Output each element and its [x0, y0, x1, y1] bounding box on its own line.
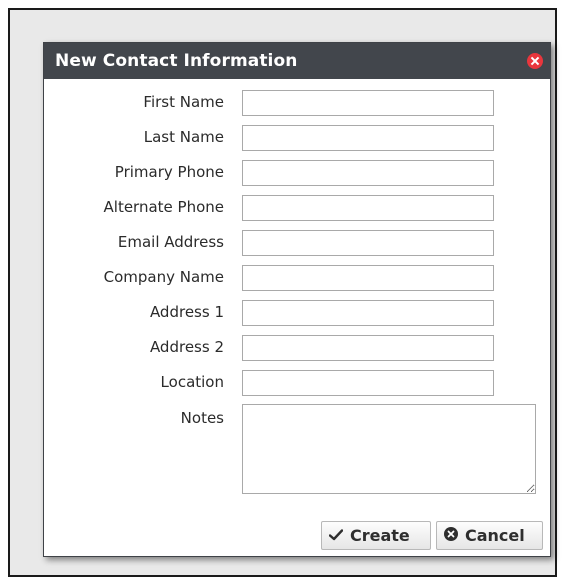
- checkmark-icon: [328, 526, 344, 545]
- primary-phone-label: Primary Phone: [114, 163, 224, 181]
- location-field[interactable]: [242, 370, 494, 396]
- company-name-label: Company Name: [103, 268, 224, 286]
- field-row-location: Location: [44, 370, 550, 396]
- cancel-button-label: Cancel: [465, 526, 525, 545]
- email-address-label: Email Address: [117, 233, 224, 251]
- field-row-company-name: Company Name: [44, 265, 550, 291]
- alternate-phone-field[interactable]: [242, 195, 494, 221]
- dialog-title: New Contact Information: [55, 51, 298, 71]
- cancel-button[interactable]: Cancel: [436, 521, 543, 550]
- new-contact-dialog: New Contact Information First Name Last …: [43, 42, 551, 557]
- address-2-field[interactable]: [242, 335, 494, 361]
- last-name-label: Last Name: [143, 128, 224, 146]
- field-row-primary-phone: Primary Phone: [44, 160, 550, 186]
- first-name-field[interactable]: [242, 90, 494, 116]
- notes-field[interactable]: [242, 404, 536, 494]
- address-2-label: Address 2: [149, 338, 224, 356]
- first-name-label: First Name: [143, 93, 224, 111]
- cancel-circle-icon: [444, 526, 458, 545]
- dialog-titlebar[interactable]: New Contact Information: [44, 43, 550, 79]
- create-button[interactable]: Create: [321, 521, 431, 550]
- field-row-email-address: Email Address: [44, 230, 550, 256]
- address-1-field[interactable]: [242, 300, 494, 326]
- last-name-field[interactable]: [242, 125, 494, 151]
- address-1-label: Address 1: [149, 303, 224, 321]
- primary-phone-field[interactable]: [242, 160, 494, 186]
- field-row-first-name: First Name: [44, 90, 550, 116]
- create-button-label: Create: [350, 526, 410, 545]
- alternate-phone-label: Alternate Phone: [103, 198, 224, 216]
- location-label: Location: [160, 373, 224, 391]
- field-row-address-2: Address 2: [44, 335, 550, 361]
- company-name-field[interactable]: [242, 265, 494, 291]
- notes-label: Notes: [180, 409, 224, 427]
- field-row-alternate-phone: Alternate Phone: [44, 195, 550, 221]
- close-icon[interactable]: [527, 53, 543, 69]
- field-row-address-1: Address 1: [44, 300, 550, 326]
- field-row-last-name: Last Name: [44, 125, 550, 151]
- email-address-field[interactable]: [242, 230, 494, 256]
